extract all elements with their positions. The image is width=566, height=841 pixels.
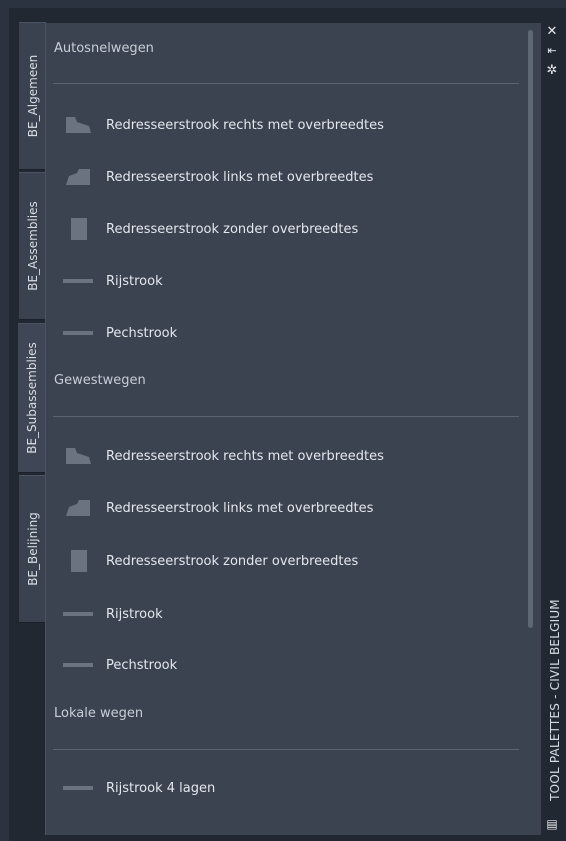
block-icon xyxy=(62,549,94,573)
tool-label: Redresseerstrook links met overbreedtes xyxy=(106,500,374,516)
tool-label: Rijstrook xyxy=(106,273,163,289)
tool-item[interactable]: Pechstrook xyxy=(62,650,502,680)
lane-icon xyxy=(62,653,94,677)
tool-item[interactable]: Redresseerstrook rechts met overbreedtes xyxy=(62,441,502,471)
tool-label: Redresseerstrook rechts met overbreedtes xyxy=(106,448,384,464)
tab-be-subassemblies[interactable]: BE_Subassemblies xyxy=(18,323,46,473)
lane-icon xyxy=(62,269,94,293)
tab-label: BE_Algemeen xyxy=(25,54,40,138)
section-divider xyxy=(53,83,519,84)
tool-label: Rijstrook 4 lagen xyxy=(106,780,216,796)
tool-item[interactable]: Rijstrook xyxy=(62,266,502,296)
tool-item[interactable]: Pechstrook xyxy=(62,318,502,348)
tool-item[interactable]: Redresseerstrook links met overbreedtes xyxy=(62,162,502,192)
tab-be-belijning[interactable]: BE_Belijning xyxy=(19,475,46,623)
slope-left-icon xyxy=(62,165,94,189)
lane-icon xyxy=(62,776,94,800)
tool-item[interactable]: Rijstrook xyxy=(62,599,502,629)
tab-be-assemblies[interactable]: BE_Assemblies xyxy=(19,172,46,320)
tool-label: Redresseerstrook zonder overbreedtes xyxy=(106,553,359,569)
tool-label: Redresseerstrook rechts met overbreedtes xyxy=(106,117,384,133)
palette-title: TOOL PALETTES - CIVIL BELGIUM xyxy=(548,599,562,801)
section-title-autosnelwegen[interactable]: Autosnelwegen xyxy=(54,41,154,56)
tab-label: BE_Belijning xyxy=(25,512,40,586)
vertical-scrollbar[interactable] xyxy=(528,30,533,628)
tool-palette-panel: Autosnelwegen Redresseerstrook rechts me… xyxy=(45,23,541,835)
slope-left-icon xyxy=(62,496,94,520)
tool-item[interactable]: Redresseerstrook zonder overbreedtes xyxy=(62,214,502,244)
tool-item[interactable]: Redresseerstrook rechts met overbreedtes xyxy=(62,110,502,140)
tool-label: Redresseerstrook zonder overbreedtes xyxy=(106,221,359,237)
tool-item[interactable]: Rijstrook 4 lagen xyxy=(62,773,502,803)
slope-right-icon xyxy=(62,113,94,137)
properties-icon[interactable]: ✲ xyxy=(545,64,559,77)
section-divider xyxy=(53,749,519,750)
section-title-lokale-wegen[interactable]: Lokale wegen xyxy=(54,706,143,721)
tool-label: Rijstrook xyxy=(106,606,163,622)
menu-icon[interactable]: ▤ xyxy=(545,818,559,830)
lane-icon xyxy=(62,321,94,345)
slope-right-icon xyxy=(62,444,94,468)
tool-label: Pechstrook xyxy=(106,657,178,673)
lane-icon xyxy=(62,602,94,626)
tab-be-algemeen[interactable]: BE_Algemeen xyxy=(19,22,46,170)
tab-label: BE_Subassemblies xyxy=(25,342,39,454)
tool-item[interactable]: Redresseerstrook zonder overbreedtes xyxy=(62,546,502,576)
tool-label: Pechstrook xyxy=(106,325,178,341)
close-icon[interactable]: ✕ xyxy=(545,25,559,38)
section-divider xyxy=(53,416,519,417)
tool-item[interactable]: Redresseerstrook links met overbreedtes xyxy=(62,493,502,523)
autohide-icon[interactable]: ⇤ xyxy=(545,45,559,57)
section-title-gewestwegen[interactable]: Gewestwegen xyxy=(54,373,146,388)
tool-label: Redresseerstrook links met overbreedtes xyxy=(106,169,374,185)
block-icon xyxy=(62,217,94,241)
tab-label: BE_Assemblies xyxy=(25,201,40,291)
